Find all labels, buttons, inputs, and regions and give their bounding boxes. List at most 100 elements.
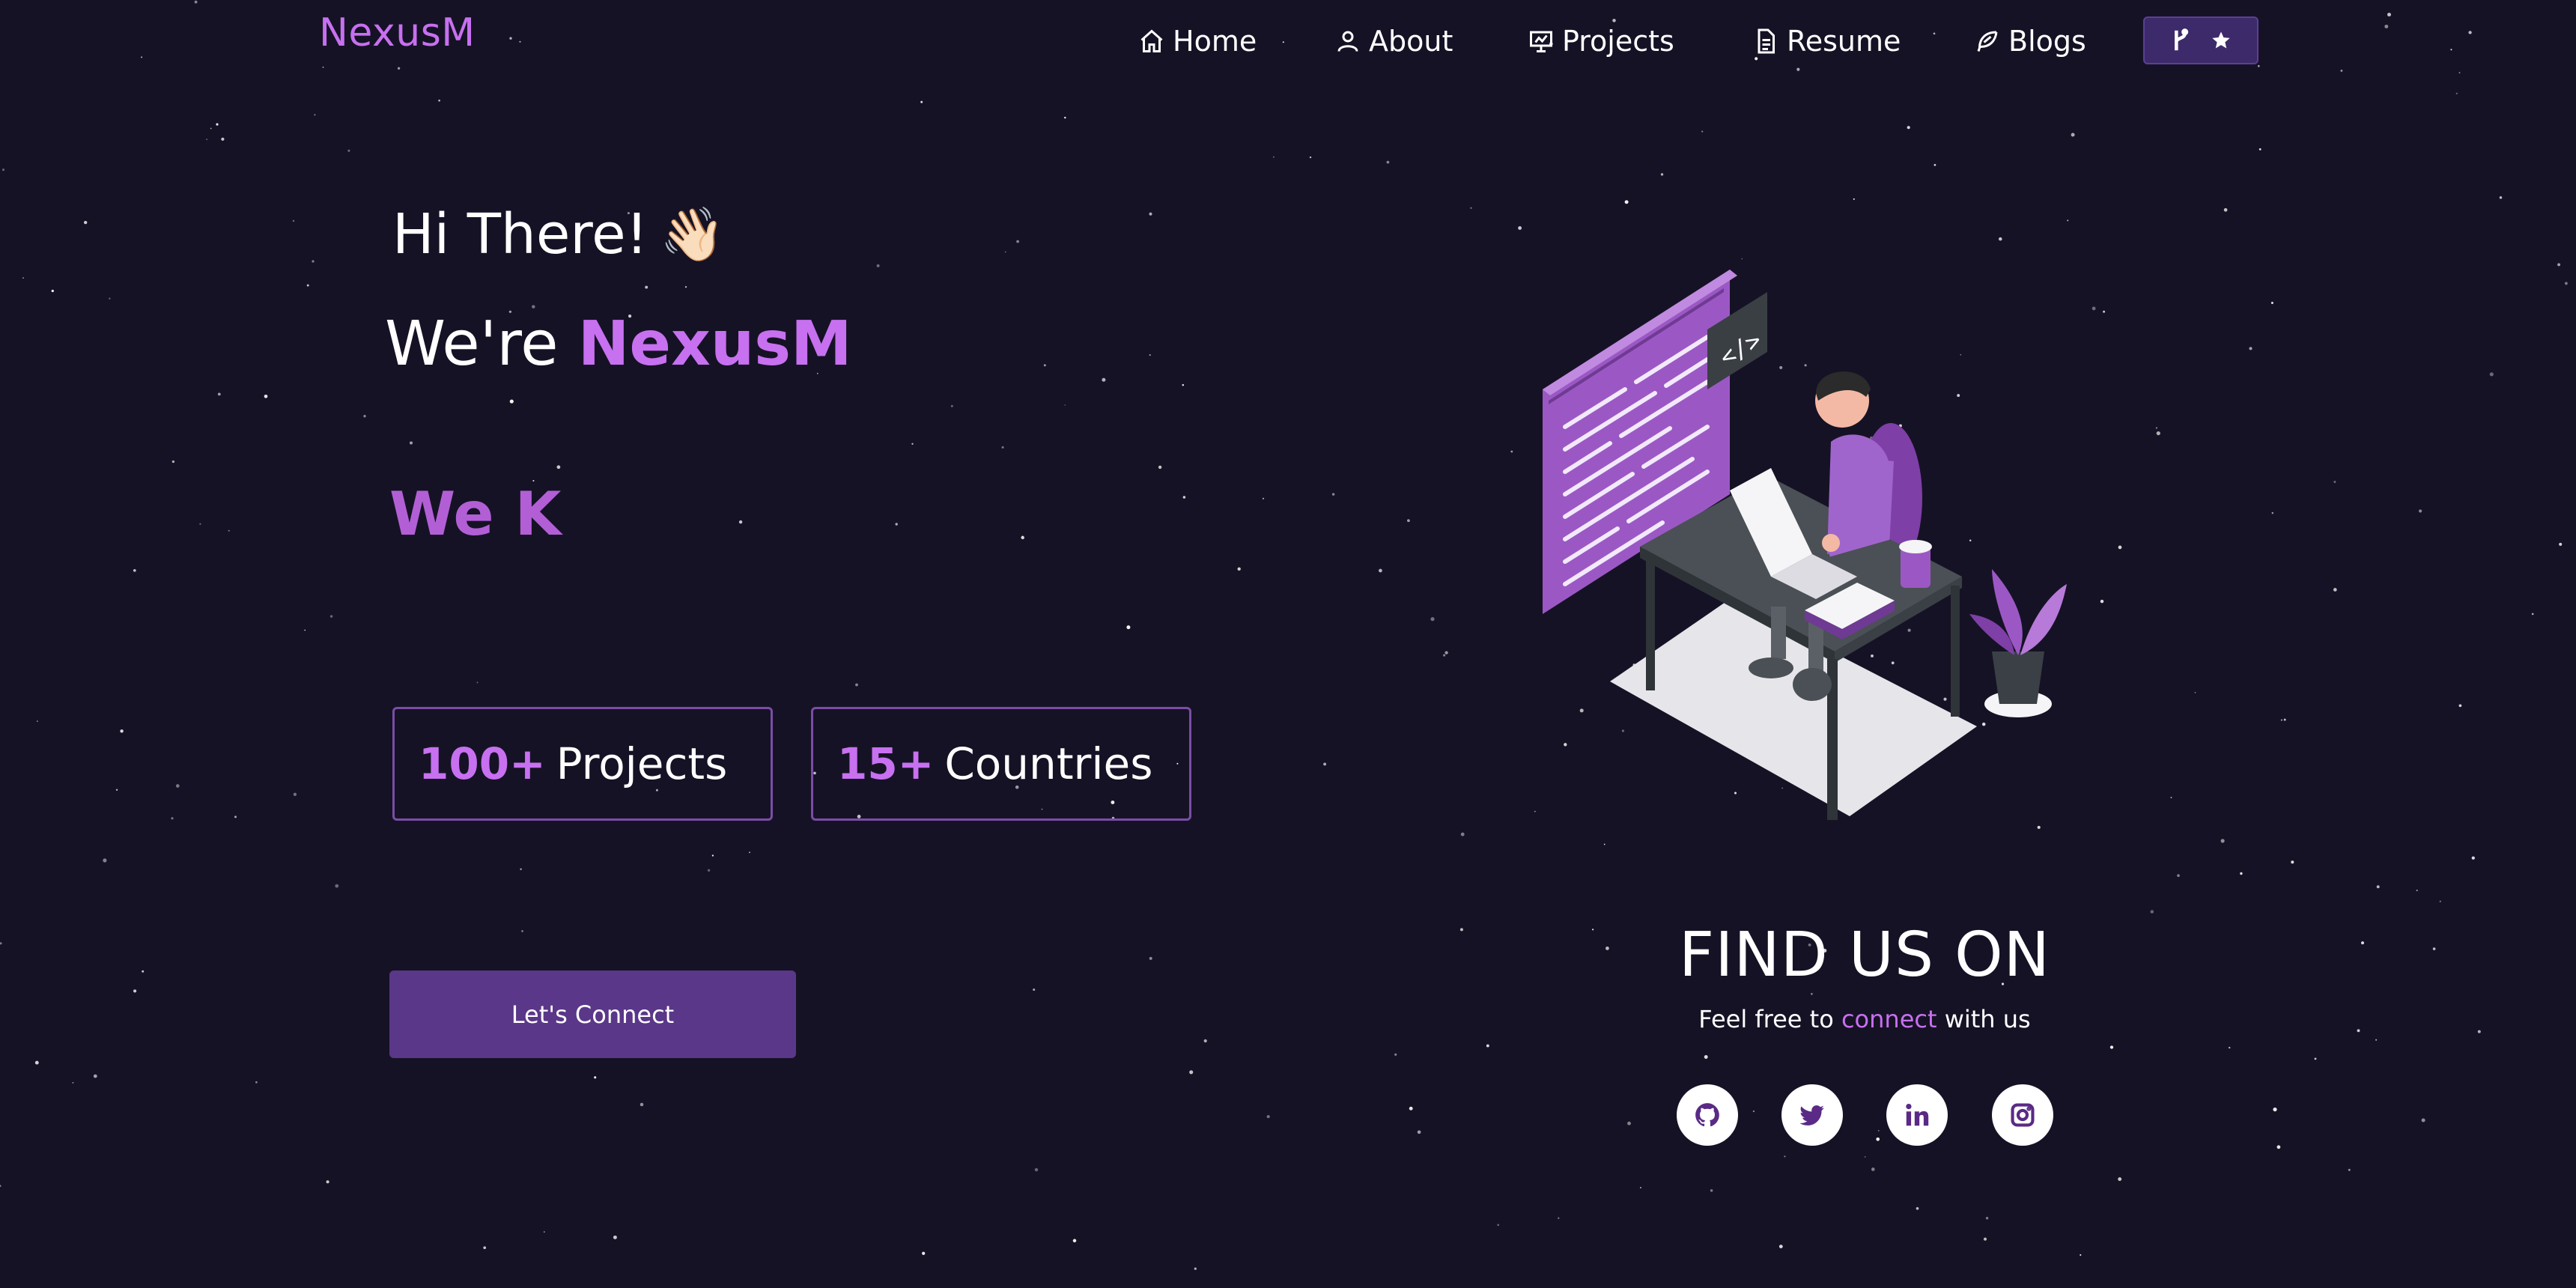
star-dot	[2357, 1029, 2360, 1033]
star-dot	[1323, 762, 1327, 766]
star-dot	[142, 970, 145, 973]
nav-resume[interactable]: Resume	[1752, 19, 1901, 63]
star-dot	[1064, 116, 1066, 119]
star-dot	[221, 137, 225, 141]
star-dot	[2276, 1145, 2281, 1149]
star-dot	[0, 1185, 1, 1188]
nav-projects[interactable]: Projects	[1528, 19, 1674, 63]
star-dot	[2458, 704, 2462, 708]
developer-at-desk-illustration: </>	[1543, 270, 2067, 820]
star-dot	[438, 100, 440, 102]
star-dot	[543, 1231, 545, 1233]
star-dot	[1272, 156, 1275, 158]
star-dot	[1876, 1137, 1880, 1141]
github-link[interactable]	[1677, 1084, 1738, 1146]
instagram-link[interactable]	[1992, 1084, 2053, 1146]
star-dot	[2489, 372, 2494, 377]
nav-projects-label: Projects	[1562, 25, 1674, 58]
star-dot	[521, 930, 523, 932]
lets-connect-button[interactable]: Let's Connect	[389, 970, 796, 1058]
star-dot	[1704, 1055, 1708, 1059]
star-dot	[171, 817, 174, 820]
star-dot	[1430, 617, 1435, 622]
nav-home-label: Home	[1173, 25, 1257, 58]
star-dot	[175, 784, 180, 788]
brand-logo[interactable]: NexusM	[319, 10, 476, 55]
star-dot	[2531, 613, 2534, 616]
star-dot	[1266, 1115, 1270, 1119]
star-dot	[1486, 1044, 1489, 1048]
star-dot	[1064, 404, 1066, 406]
star-dot	[920, 100, 923, 103]
star-dot	[326, 1180, 329, 1184]
star-dot	[1640, 1187, 1641, 1188]
star-dot	[2333, 481, 2336, 483]
star-dot	[51, 289, 54, 293]
star-dot	[738, 520, 743, 524]
star-dot	[613, 1235, 617, 1239]
linkedin-link[interactable]	[1886, 1084, 1948, 1146]
star-dot	[1443, 654, 1446, 657]
star-dot	[476, 681, 479, 684]
star-dot	[1203, 1039, 1207, 1043]
nav-about[interactable]: About	[1334, 19, 1453, 63]
subtitle-highlight: connect	[1841, 1005, 1937, 1033]
star-dot	[1043, 364, 1046, 367]
star-dot	[1933, 32, 1936, 35]
star-dot	[1752, 1110, 1755, 1113]
star-dot	[2348, 1168, 2351, 1171]
star-dot	[1497, 1224, 1500, 1227]
star-dot	[335, 884, 339, 888]
star-dot	[199, 523, 201, 525]
star-dot	[2564, 282, 2568, 285]
star-dot	[640, 1102, 644, 1107]
home-icon	[1140, 29, 1163, 52]
star-dot	[1877, 1129, 1880, 1131]
star-dot	[1409, 1106, 1413, 1111]
stat-number: 100+	[419, 738, 546, 789]
star-dot	[2229, 1046, 2231, 1049]
star-dot	[2314, 1057, 2317, 1060]
star-dot	[2156, 431, 2160, 436]
star-dot	[109, 297, 111, 300]
star-dot	[2071, 133, 2075, 137]
star-dot	[594, 1076, 597, 1079]
star-dot	[1933, 163, 1936, 166]
star-dot	[749, 851, 750, 854]
star-dot	[1796, 67, 1800, 71]
star-dot	[2361, 941, 2364, 945]
nav-blogs[interactable]: Blogs	[1974, 19, 2086, 63]
star-dot	[2455, 92, 2458, 95]
star-dot	[483, 1246, 487, 1250]
star-dot	[171, 460, 175, 464]
star-dot	[2376, 885, 2380, 889]
star-dot	[216, 123, 219, 126]
star-dot	[34, 1060, 39, 1065]
star-dot	[133, 568, 136, 572]
star-dot	[322, 67, 324, 68]
twitter-link[interactable]	[1781, 1084, 1843, 1146]
star-dot	[2067, 219, 2069, 222]
star-dot	[2155, 427, 2157, 429]
star-dot	[1034, 1167, 1039, 1172]
star-dot	[2458, 72, 2461, 74]
star-dot	[2249, 347, 2253, 350]
stat-label: Projects	[556, 738, 728, 789]
nav-about-label: About	[1369, 25, 1453, 58]
star-dot	[363, 415, 366, 418]
star-dot	[22, 277, 24, 279]
star-dot	[1407, 519, 1410, 523]
star-dot	[2559, 542, 2563, 546]
nav-home[interactable]: Home	[1138, 19, 1257, 63]
intro-heading: We're NexusM	[385, 309, 852, 380]
star-dot	[206, 139, 208, 141]
github-fork-star-button[interactable]	[2143, 16, 2258, 64]
star-dot	[1784, 1155, 1786, 1158]
star-dot	[120, 729, 124, 733]
star-dot	[2150, 910, 2154, 914]
star-dot	[2471, 856, 2475, 860]
find-us-title: FIND US ON	[1679, 920, 2050, 991]
star-dot	[1624, 200, 1629, 204]
star-dot	[1379, 568, 1382, 573]
wave-emoji: 👋🏻	[660, 203, 726, 265]
